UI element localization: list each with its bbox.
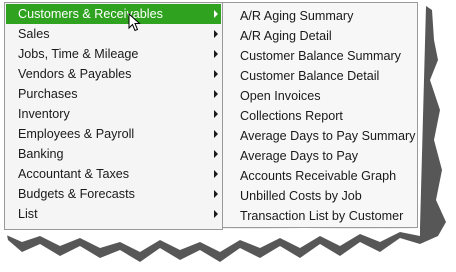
submenu-item-label: Average Days to Pay	[240, 149, 359, 163]
submenu-item-ar-aging-detail[interactable]: A/R Aging Detail	[224, 26, 416, 46]
menu-item-jobs-time-mileage[interactable]: Jobs, Time & Mileage	[6, 44, 221, 64]
menu-item-customers-receivables[interactable]: Customers & Receivables	[6, 4, 221, 24]
submenu-item-unbilled-costs-by-job[interactable]: Unbilled Costs by Job	[224, 186, 416, 206]
submenu-arrow-icon	[214, 10, 218, 18]
menu-item-label: List	[18, 207, 38, 221]
menu-item-label: Sales	[18, 27, 50, 41]
submenu-arrow-icon	[214, 30, 218, 38]
submenu-item-customer-balance-summary[interactable]: Customer Balance Summary	[224, 46, 416, 66]
menu-item-purchases[interactable]: Purchases	[6, 84, 221, 104]
submenu-item-label: A/R Aging Detail	[240, 29, 332, 43]
submenu-arrow-icon	[214, 150, 218, 158]
submenu-arrow-icon	[214, 70, 218, 78]
menu-item-accountant-taxes[interactable]: Accountant & Taxes	[6, 164, 221, 184]
submenu-item-label: Customer Balance Summary	[240, 49, 401, 63]
submenu-item-label: Customer Balance Detail	[240, 69, 380, 83]
mouse-pointer-icon	[128, 13, 141, 32]
submenu-item-label: Open Invoices	[240, 89, 321, 103]
menu-item-label: Inventory	[18, 107, 70, 121]
submenu-arrow-icon	[214, 210, 218, 218]
submenu-arrow-icon	[214, 110, 218, 118]
submenu-item-collections-report[interactable]: Collections Report	[224, 106, 416, 126]
menu-item-label: Employees & Payroll	[18, 127, 135, 141]
menu-item-label: Budgets & Forecasts	[18, 187, 135, 201]
submenu-item-open-invoices[interactable]: Open Invoices	[224, 86, 416, 106]
screenshot-stage: Customers & Receivables Sales Jobs, Time…	[0, 0, 456, 272]
menu-item-budgets-forecasts[interactable]: Budgets & Forecasts	[6, 184, 221, 204]
submenu-item-label: A/R Aging Summary	[240, 9, 354, 23]
submenu-arrow-icon	[214, 190, 218, 198]
submenu-item-average-days-to-pay-summary[interactable]: Average Days to Pay Summary	[224, 126, 416, 146]
submenu-item-label: Transaction List by Customer	[240, 209, 404, 223]
menu-item-sales[interactable]: Sales	[6, 24, 221, 44]
menu-item-label: Purchases	[18, 87, 78, 101]
reports-menu: Customers & Receivables Sales Jobs, Time…	[4, 2, 223, 230]
submenu-item-label: Accounts Receivable Graph	[240, 169, 397, 183]
submenu-item-customer-balance-detail[interactable]: Customer Balance Detail	[224, 66, 416, 86]
submenu-arrow-icon	[214, 50, 218, 58]
menu-item-label: Vendors & Payables	[18, 67, 132, 81]
menu-item-list[interactable]: List	[6, 204, 221, 224]
submenu-arrow-icon	[214, 170, 218, 178]
submenu-item-label: Unbilled Costs by Job	[240, 189, 362, 203]
submenu-item-transaction-list-by-customer[interactable]: Transaction List by Customer	[224, 206, 416, 226]
submenu-item-average-days-to-pay[interactable]: Average Days to Pay	[224, 146, 416, 166]
customers-receivables-submenu: A/R Aging Summary A/R Aging Detail Custo…	[222, 2, 418, 228]
menu-item-inventory[interactable]: Inventory	[6, 104, 221, 124]
menu-item-label: Banking	[18, 147, 64, 161]
menu-item-vendors-payables[interactable]: Vendors & Payables	[6, 64, 221, 84]
menu-item-label: Jobs, Time & Mileage	[18, 47, 139, 61]
submenu-item-label: Average Days to Pay Summary	[240, 129, 416, 143]
menu-item-label: Accountant & Taxes	[18, 167, 130, 181]
submenu-arrow-icon	[214, 130, 218, 138]
menu-item-banking[interactable]: Banking	[6, 144, 221, 164]
submenu-item-ar-aging-summary[interactable]: A/R Aging Summary	[224, 6, 416, 26]
submenu-item-accounts-receivable-graph[interactable]: Accounts Receivable Graph	[224, 166, 416, 186]
menu-item-employees-payroll[interactable]: Employees & Payroll	[6, 124, 221, 144]
submenu-item-label: Collections Report	[240, 109, 343, 123]
submenu-arrow-icon	[214, 90, 218, 98]
